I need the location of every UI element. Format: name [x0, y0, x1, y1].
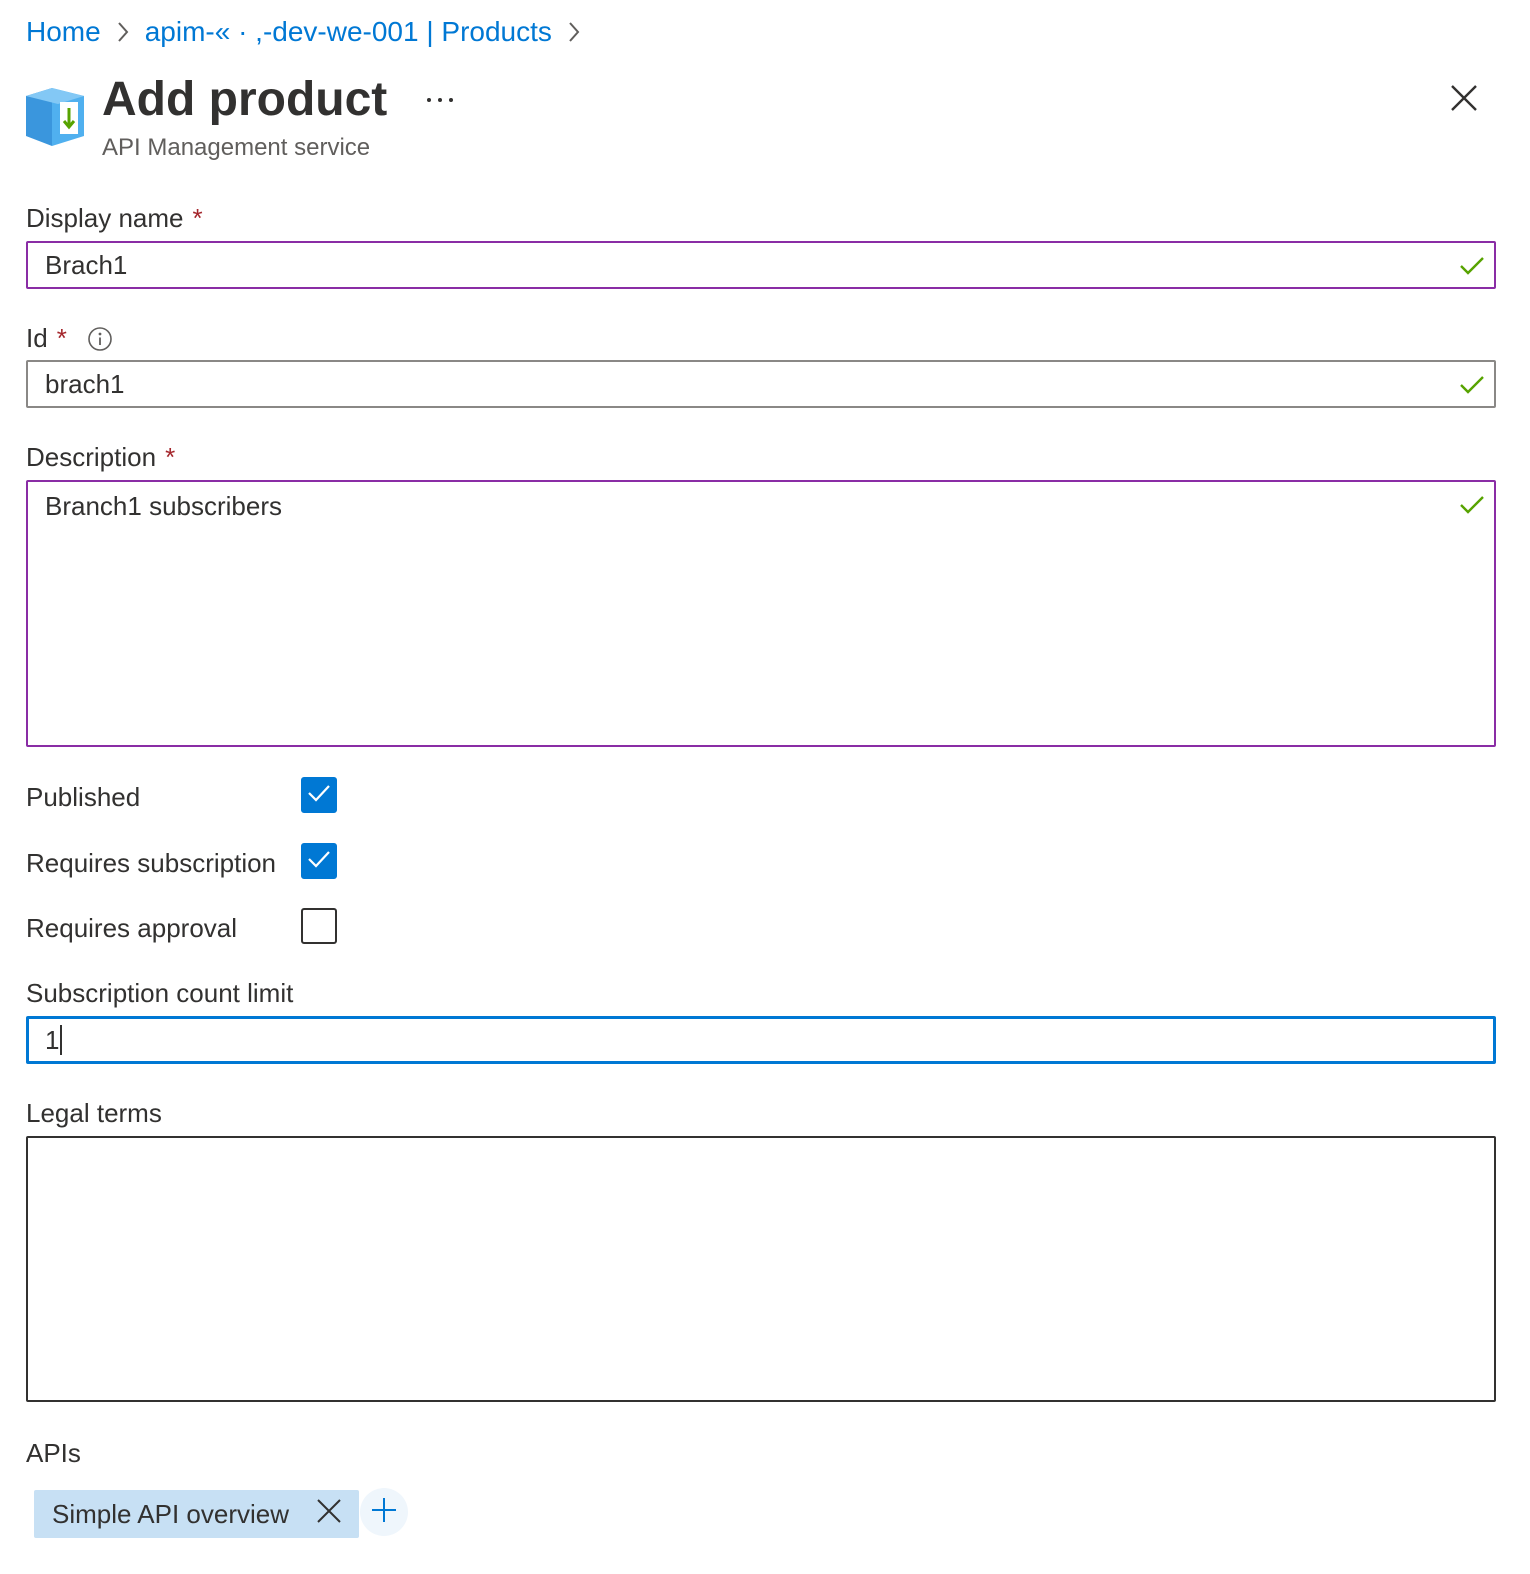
- subscription-count-limit-value-wrap: 1: [45, 1019, 63, 1063]
- more-options-icon: [425, 91, 455, 109]
- chevron-right-icon: [101, 12, 145, 52]
- description-label: Description *: [26, 439, 175, 475]
- close-icon: [1450, 84, 1478, 117]
- api-chip-label: Simple API overview: [52, 1498, 289, 1529]
- info-icon[interactable]: [87, 325, 113, 351]
- text-caret: [60, 1025, 63, 1056]
- required-marker: *: [165, 442, 176, 472]
- id-input[interactable]: brach1: [26, 360, 1496, 408]
- page-title: Add product: [102, 73, 388, 126]
- id-label: Id *: [26, 320, 113, 356]
- valid-check-icon: [1459, 492, 1485, 518]
- display-name-input[interactable]: Brach1: [26, 241, 1496, 289]
- subscription-count-limit-input[interactable]: 1: [26, 1016, 1496, 1064]
- description-textarea[interactable]: Branch1 subscribers: [26, 480, 1496, 747]
- breadcrumb: Home apim-« · ,-dev-we-001 | Products: [26, 12, 596, 52]
- api-management-icon: [26, 84, 84, 146]
- apis-label: APIs: [26, 1435, 81, 1471]
- display-name-label: Display name *: [26, 200, 203, 236]
- published-checkbox[interactable]: [301, 777, 337, 813]
- valid-check-icon: [1459, 253, 1485, 279]
- subscription-count-limit-value: 1: [45, 1025, 60, 1055]
- subscription-count-limit-label: Subscription count limit: [26, 975, 293, 1011]
- valid-check-icon: [1459, 372, 1485, 398]
- legal-terms-label: Legal terms: [26, 1095, 162, 1131]
- description-value: Branch1 subscribers: [45, 491, 282, 521]
- description-label-text: Description: [26, 442, 157, 472]
- apis-label-text: APIs: [26, 1438, 81, 1468]
- remove-api-button[interactable]: [309, 1494, 349, 1534]
- api-chip: Simple API overview: [34, 1490, 359, 1538]
- display-name-value: Brach1: [45, 250, 128, 280]
- add-api-button[interactable]: [360, 1488, 408, 1536]
- requires-approval-label: Requires approval: [26, 913, 238, 943]
- close-button[interactable]: [1444, 80, 1484, 120]
- legal-terms-label-text: Legal terms: [26, 1098, 162, 1128]
- required-marker: *: [192, 203, 203, 233]
- id-label-text: Id: [26, 323, 48, 353]
- checkmark-icon: [307, 849, 331, 874]
- published-label: Published: [26, 782, 141, 812]
- legal-terms-textarea[interactable]: [26, 1136, 1496, 1402]
- page-subtitle: API Management service: [102, 134, 371, 161]
- breadcrumb-home-link[interactable]: Home: [26, 16, 101, 48]
- checkmark-icon: [307, 783, 331, 808]
- breadcrumb-products-link[interactable]: apim-« · ,-dev-we-001 | Products: [145, 16, 552, 48]
- more-options-button[interactable]: [420, 82, 460, 118]
- required-marker: *: [56, 323, 67, 353]
- plus-icon: [371, 1497, 397, 1528]
- requires-subscription-checkbox[interactable]: [301, 843, 337, 879]
- display-name-label-text: Display name: [26, 203, 184, 233]
- requires-subscription-label: Requires subscription: [26, 848, 277, 878]
- requires-approval-checkbox[interactable]: [301, 908, 337, 944]
- subscription-count-limit-label-text: Subscription count limit: [26, 978, 294, 1008]
- close-icon: [316, 1498, 342, 1531]
- id-value: brach1: [45, 369, 125, 399]
- chevron-right-icon: [552, 12, 596, 52]
